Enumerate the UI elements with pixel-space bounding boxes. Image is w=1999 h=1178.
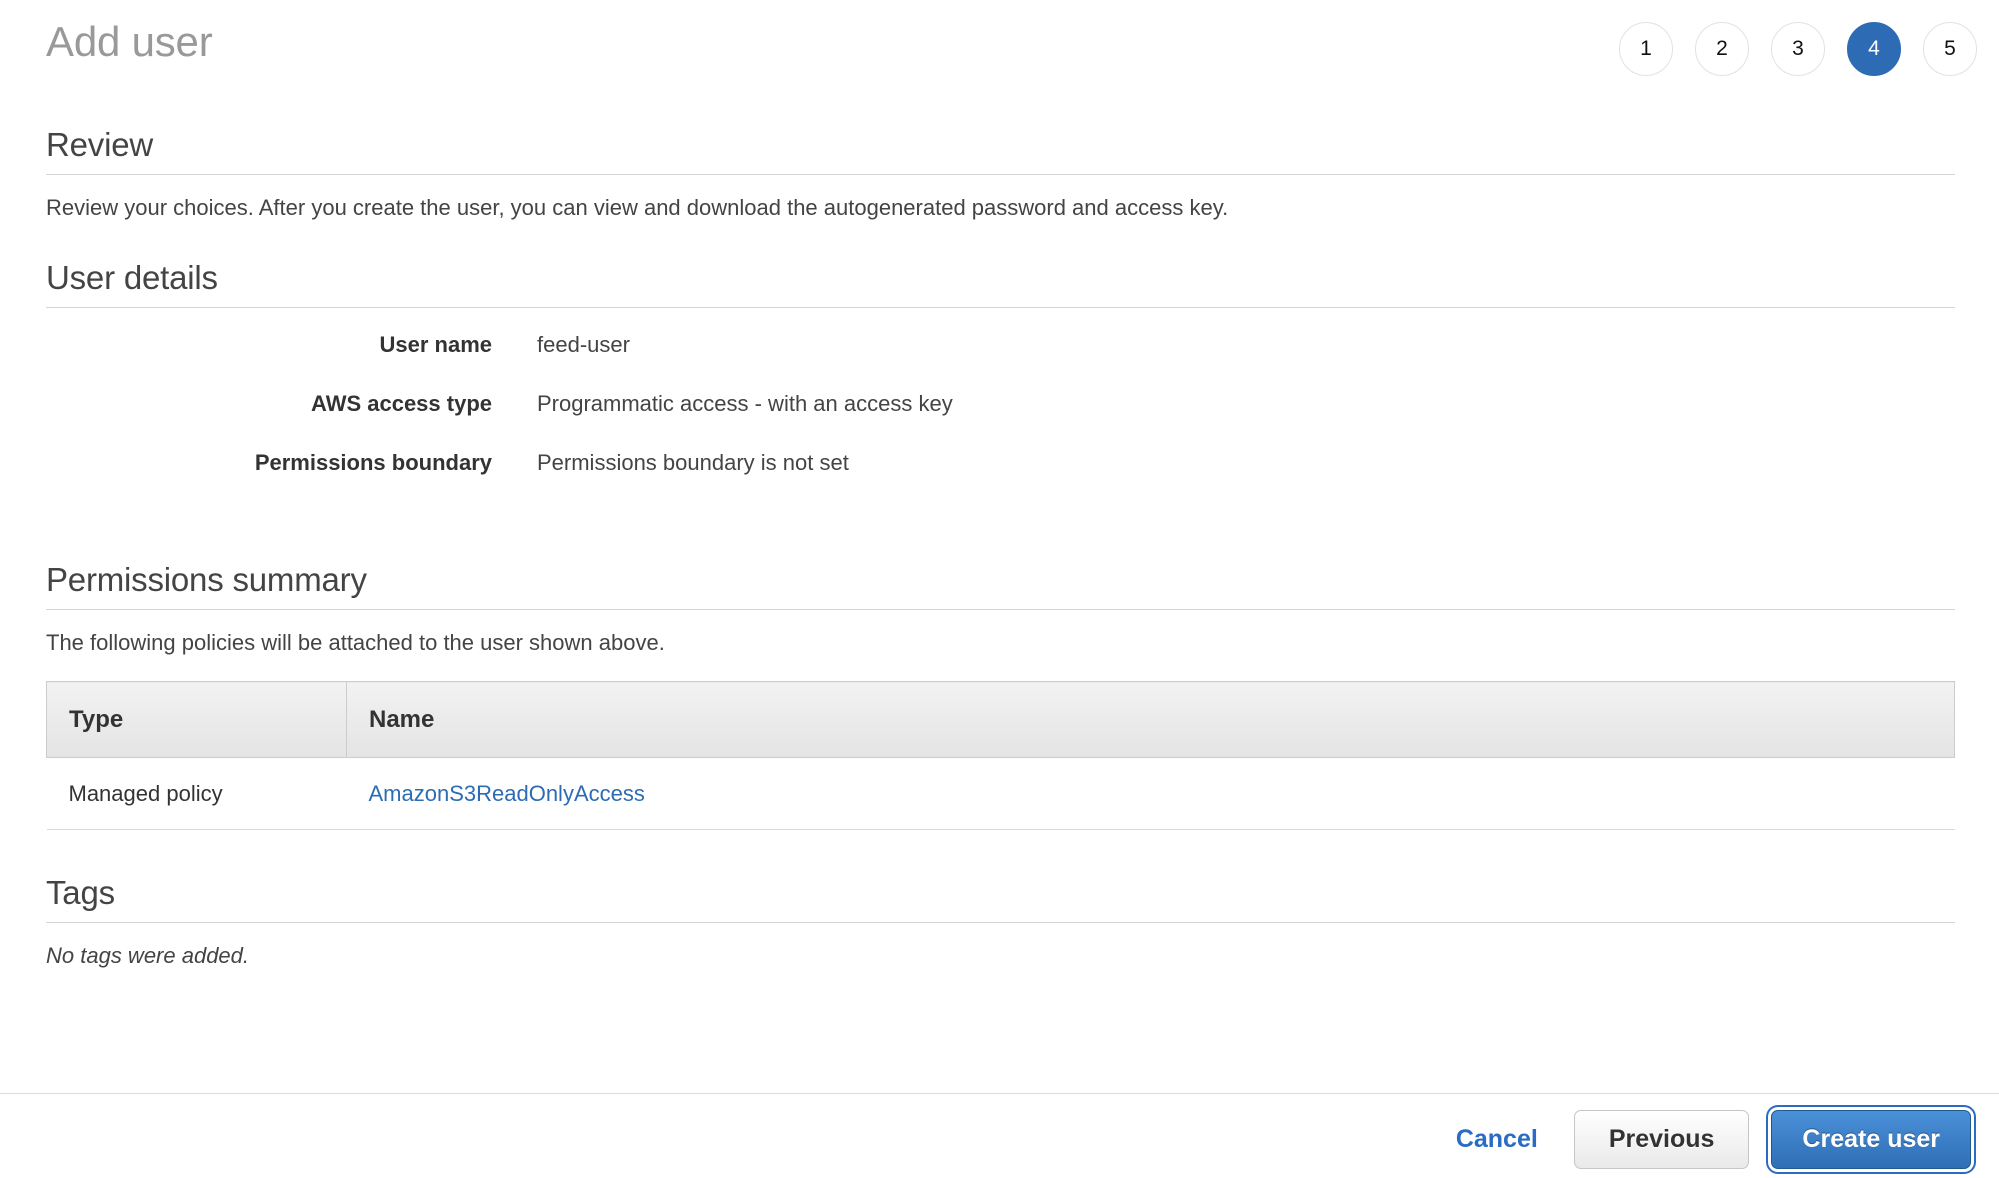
step-3[interactable]: 3 (1771, 22, 1825, 76)
tags-section: Tags No tags were added. (0, 830, 1999, 971)
detail-label: AWS access type (311, 390, 492, 416)
review-description: Review your choices. After you create th… (46, 195, 1229, 220)
detail-label: Permissions boundary (254, 449, 492, 475)
previous-button[interactable]: Previous (1573, 1110, 1750, 1169)
policies-table-head: Type Name (46, 681, 1955, 759)
permissions-summary-description: The following policies will be attached … (46, 629, 665, 655)
tags-empty-text: No tags were added. (46, 943, 250, 969)
step-indicator: 1 2 3 4 5 (1619, 22, 1977, 76)
cell-policy-type: Managed policy (46, 757, 347, 831)
page-title: Add user (46, 18, 213, 65)
review-heading: Review (46, 126, 154, 163)
step-2[interactable]: 2 (1695, 22, 1749, 76)
create-user-button[interactable]: Create user (1771, 1110, 1971, 1169)
step-1[interactable]: 1 (1619, 22, 1673, 76)
footer-bar: Cancel Previous Create user (0, 1093, 1999, 1178)
detail-value: feed-user (537, 331, 630, 357)
detail-label: User name (379, 331, 492, 357)
detail-row-user-name: User name feed-user (0, 332, 1999, 391)
column-header-type[interactable]: Type (46, 681, 347, 759)
table-row: Managed policy AmazonS3ReadOnlyAccess (46, 757, 1955, 831)
review-section: Review Review your choices. After you cr… (0, 100, 1999, 223)
permissions-summary-heading: Permissions summary (46, 560, 367, 598)
detail-row-permissions-boundary: Permissions boundary Permissions boundar… (0, 450, 1999, 509)
step-4-active[interactable]: 4 (1847, 22, 1901, 76)
user-details-heading: User details (46, 258, 218, 296)
policies-table-body: Managed policy AmazonS3ReadOnlyAccess (46, 757, 1955, 831)
cell-policy-name: AmazonS3ReadOnlyAccess (346, 757, 1955, 831)
tags-heading: Tags (46, 874, 115, 912)
policies-table-header-row: Type Name (46, 681, 1955, 759)
column-header-name[interactable]: Name (346, 681, 1955, 759)
user-details-rows: User name feed-user AWS access type Prog… (0, 308, 1999, 509)
detail-value: Permissions boundary is not set (537, 449, 849, 475)
page-header: Add user 1 2 3 4 5 (0, 0, 1999, 100)
cancel-button[interactable]: Cancel (1442, 1119, 1552, 1160)
policy-link-amazons3readonlyaccess[interactable]: AmazonS3ReadOnlyAccess (369, 781, 645, 806)
permissions-summary-section: Permissions summary The following polici… (0, 509, 1999, 831)
footer-actions: Cancel Previous Create user (1442, 1110, 1977, 1169)
detail-value: Programmatic access - with an access key (537, 390, 953, 416)
user-details-section: User details User name feed-user AWS acc… (0, 223, 1999, 509)
step-5[interactable]: 5 (1923, 22, 1977, 76)
review-content: Review Review your choices. After you cr… (0, 100, 1999, 971)
detail-row-aws-access-type: AWS access type Programmatic access - wi… (0, 391, 1999, 450)
policies-table: Type Name Managed policy AmazonS3ReadOnl… (46, 681, 1955, 831)
